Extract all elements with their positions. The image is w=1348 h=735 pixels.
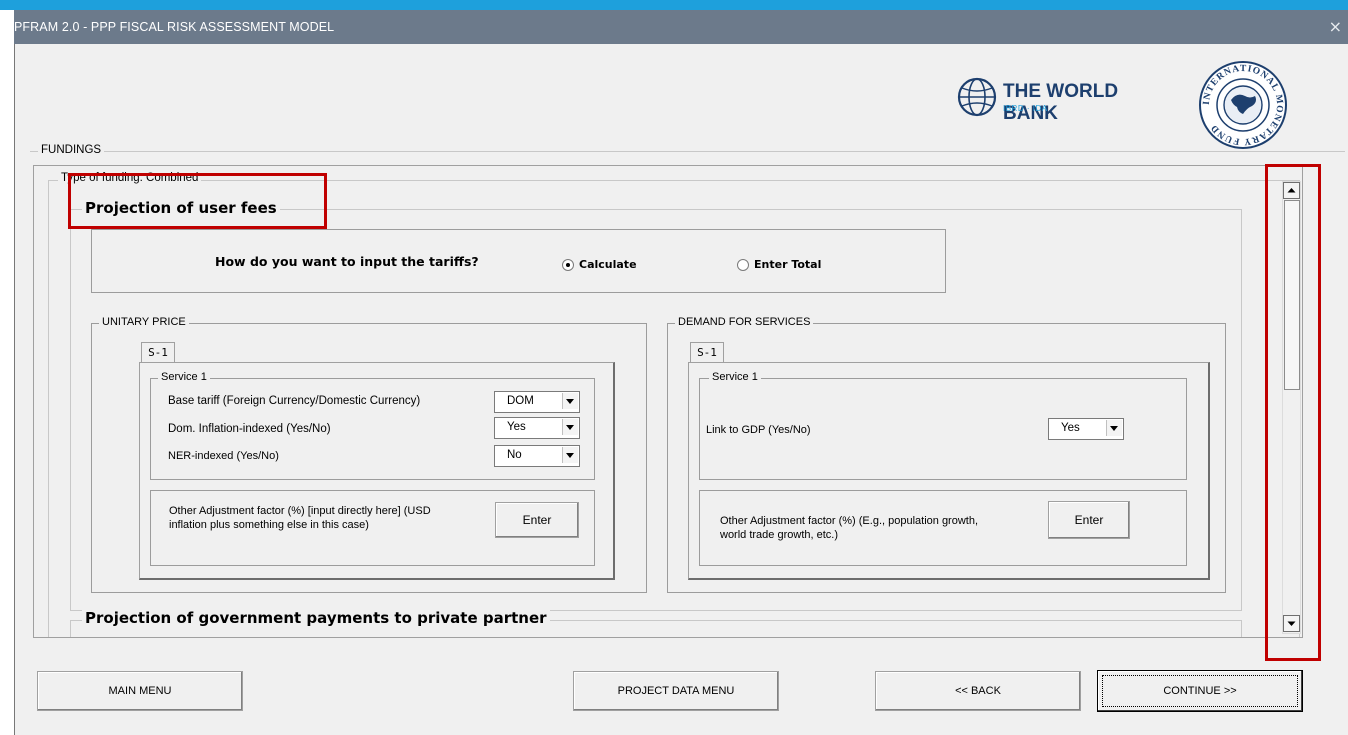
chevron-down-icon[interactable] <box>562 419 578 435</box>
enter-total-label[interactable]: Enter Total <box>754 258 821 271</box>
chevron-down-icon[interactable] <box>562 393 578 409</box>
unitary-adjustment-panel: Other Adjustment factor (%) [input direc… <box>150 490 595 566</box>
gdp-link-combo[interactable]: Yes <box>1048 418 1124 440</box>
unitary-tab-s1[interactable]: S-1 <box>141 342 175 363</box>
imf-seal-icon: INTERNATIONAL MONETARY FUND <box>1199 61 1287 149</box>
main-menu-label: MAIN MENU <box>108 685 172 697</box>
tariff-input-panel: How do you want to input the tariffs? Ca… <box>91 229 946 293</box>
window-title: PFRAM 2.0 - PPP FISCAL RISK ASSESSMENT M… <box>14 20 335 34</box>
project-data-menu-button[interactable]: PROJECT DATA MENU <box>573 671 779 711</box>
gov-payments-title: Projection of government payments to pri… <box>82 609 550 627</box>
unitary-adjustment-label-1: Other Adjustment factor (%) [input direc… <box>169 505 431 517</box>
demand-enter-button[interactable]: Enter <box>1048 501 1130 539</box>
unitary-enter-button[interactable]: Enter <box>495 502 579 538</box>
demand-adjustment-panel: Other Adjustment factor (%) (E.g., popul… <box>699 490 1187 566</box>
demand-tab-s1[interactable]: S-1 <box>690 342 724 363</box>
continue-label: CONTINUE >> <box>1163 685 1237 697</box>
unitary-adjustment-label-2: inflation plus something else in this ca… <box>169 519 369 531</box>
inflation-indexed-label: Dom. Inflation-indexed (Yes/No) <box>168 423 331 435</box>
ner-indexed-value: No <box>507 449 522 461</box>
unitary-service-legend: Service 1 <box>158 371 210 383</box>
user-fees-highlight <box>68 173 327 229</box>
unitary-enter-label: Enter <box>522 513 552 527</box>
ner-indexed-label: NER-indexed (Yes/No) <box>168 450 279 462</box>
title-bar: PFRAM 2.0 - PPP FISCAL RISK ASSESSMENT M… <box>14 10 1348 44</box>
back-button[interactable]: << BACK <box>875 671 1081 711</box>
window-left-border <box>14 44 15 735</box>
calculate-radio[interactable] <box>562 259 574 271</box>
calculate-label[interactable]: Calculate <box>579 258 637 271</box>
fundings-group <box>30 151 1345 153</box>
globe-icon <box>957 77 997 117</box>
chevron-down-icon[interactable] <box>1106 420 1122 436</box>
inflation-indexed-combo[interactable]: Yes <box>494 417 580 439</box>
demand-enter-label: Enter <box>1074 513 1104 527</box>
unitary-price-legend: UNITARY PRICE <box>99 316 189 328</box>
tariff-question: How do you want to input the tariffs? <box>215 254 479 269</box>
inflation-indexed-value: Yes <box>507 421 526 433</box>
imf-seal: INTERNATIONAL MONETARY FUND <box>1198 60 1288 150</box>
scroll-frame: Type of funding: Combined Projection of … <box>33 165 1303 638</box>
enter-total-radio[interactable] <box>737 259 749 271</box>
demand-legend: DEMAND FOR SERVICES <box>675 316 814 328</box>
demand-adjustment-label-1: Other Adjustment factor (%) (E.g., popul… <box>720 515 979 527</box>
world-bank-name: THE WORLD BANK <box>1003 81 1119 124</box>
world-bank-subtitle: IBRD · IDA <box>1003 104 1048 113</box>
demand-adjustment-label-2: world trade growth, etc.) <box>720 529 838 541</box>
gdp-link-value: Yes <box>1061 422 1080 434</box>
back-label: << BACK <box>955 685 1001 697</box>
window-top-strip <box>0 0 1348 10</box>
fundings-legend: FUNDINGS <box>38 144 105 156</box>
main-menu-button[interactable]: MAIN MENU <box>37 671 243 711</box>
close-icon[interactable]: × <box>1329 10 1342 44</box>
world-bank-logo: THE WORLD BANK IBRD · IDA <box>955 75 1155 124</box>
chevron-down-icon[interactable] <box>562 447 578 463</box>
base-tariff-label: Base tariff (Foreign Currency/Domestic C… <box>168 395 421 407</box>
base-tariff-value: DOM <box>507 395 534 407</box>
base-tariff-combo[interactable]: DOM <box>494 391 580 413</box>
scrollbar-highlight <box>1265 164 1321 661</box>
demand-service-legend: Service 1 <box>709 371 761 383</box>
continue-button[interactable]: CONTINUE >> <box>1097 670 1303 712</box>
ner-indexed-combo[interactable]: No <box>494 445 580 467</box>
project-data-menu-label: PROJECT DATA MENU <box>617 685 735 697</box>
gdp-link-label: Link to GDP (Yes/No) <box>706 424 811 436</box>
